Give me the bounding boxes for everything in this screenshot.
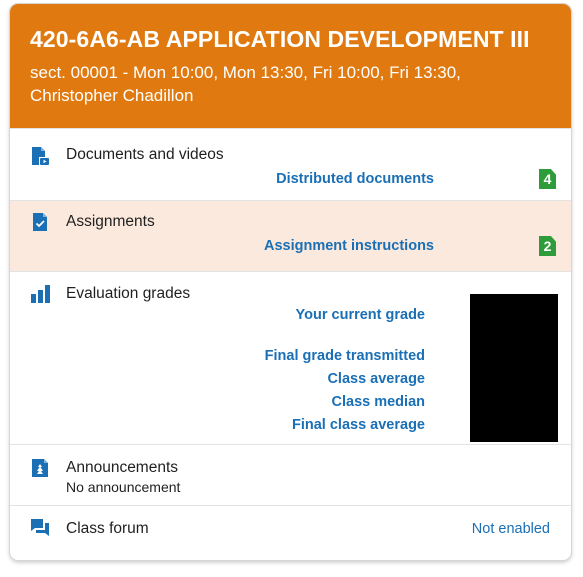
final-grade-transmitted-link[interactable]: Final grade transmitted: [265, 347, 425, 365]
final-class-average-link[interactable]: Final class average: [265, 416, 425, 434]
assignments-count-badge: 2: [539, 236, 556, 256]
bar-chart-icon: [31, 285, 50, 303]
distributed-documents-link[interactable]: Distributed documents: [276, 170, 434, 188]
announcements-title: Announcements: [66, 459, 179, 476]
course-subtitle: sect. 00001 - Mon 10:00, Mon 13:30, Fri …: [30, 63, 461, 105]
announcements-status: No announcement: [66, 479, 181, 495]
class-median-link[interactable]: Class median: [265, 393, 426, 411]
assignment-instructions-link[interactable]: Assignment instructions: [264, 237, 434, 255]
grade-values-redacted: [470, 294, 558, 442]
course-header[interactable]: 420-6A6-AB APPLICATION DEVELOPMENT III s…: [10, 4, 571, 128]
assignments-row: Assignments Assignment instructions 2: [10, 200, 571, 271]
chat-bubbles-icon: [31, 519, 49, 536]
documents-title: Documents and videos: [66, 146, 224, 163]
current-grade-link[interactable]: Your current grade: [265, 306, 425, 324]
course-card: 420-6A6-AB APPLICATION DEVELOPMENT III s…: [10, 4, 571, 560]
documents-count-badge: 4: [539, 169, 556, 189]
grades-links: Your current grade Final grade transmitt…: [265, 306, 425, 434]
course-title[interactable]: 420-6A6-AB APPLICATION DEVELOPMENT III: [30, 24, 551, 54]
forum-title: Class forum: [66, 520, 149, 537]
documents-row: Documents and videos Distributed documen…: [10, 128, 571, 200]
assignments-title: Assignments: [66, 213, 155, 230]
grades-row: Evaluation grades Your current grade Fin…: [10, 271, 571, 444]
class-average-link[interactable]: Class average: [265, 370, 425, 388]
forum-status: Not enabled: [471, 521, 550, 537]
document-video-icon: [32, 147, 49, 165]
assignment-check-icon: [33, 213, 47, 231]
announcements-row[interactable]: Announcements No announcement: [10, 444, 571, 505]
announcement-icon: [32, 459, 48, 477]
forum-row[interactable]: Class forum Not enabled: [10, 505, 571, 555]
